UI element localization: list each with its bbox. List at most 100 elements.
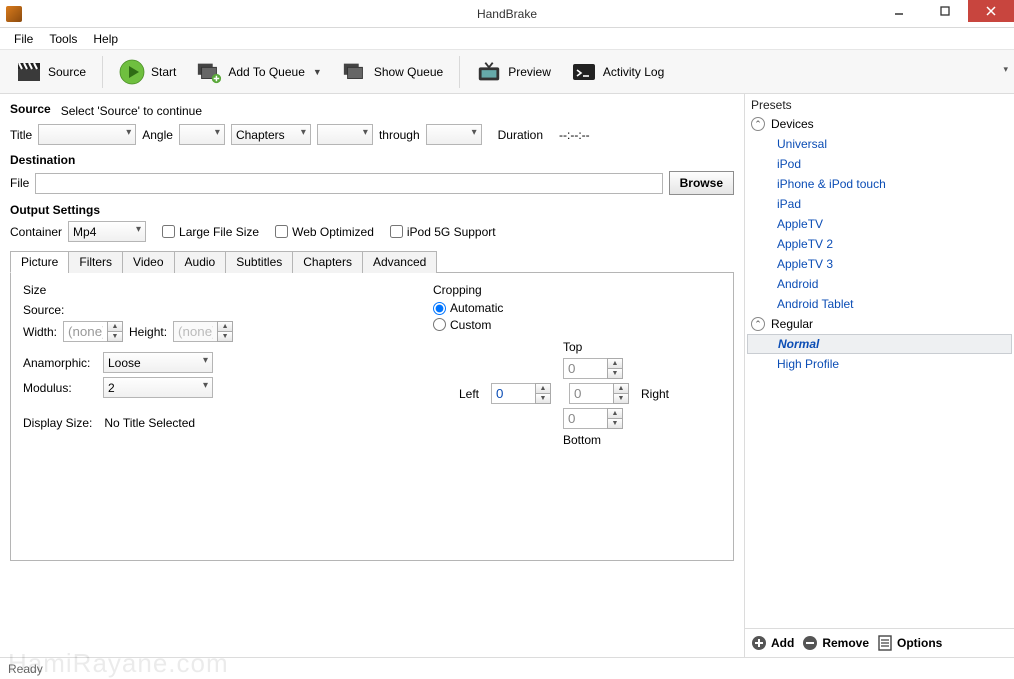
crop-bottom-input[interactable] (563, 408, 607, 429)
menu-help[interactable]: Help (85, 30, 126, 48)
preset-options-label: Options (897, 636, 942, 650)
preset-options-button[interactable]: Options (877, 635, 942, 651)
preset-appletv2[interactable]: AppleTV 2 (745, 234, 1014, 254)
browse-button[interactable]: Browse (669, 171, 734, 195)
width-label: Width: (23, 325, 57, 339)
width-spinner[interactable]: ▲▼ (63, 321, 123, 342)
preset-group-devices[interactable]: ⌃ Devices (745, 114, 1014, 134)
collapse-icon[interactable]: ⌃ (751, 317, 765, 331)
window-controls (876, 0, 1014, 22)
title-select[interactable] (38, 124, 136, 145)
preset-group-regular[interactable]: ⌃ Regular (745, 314, 1014, 334)
ipod-support-label: iPod 5G Support (407, 225, 496, 239)
down-arrow-icon[interactable]: ▼ (535, 393, 551, 404)
down-arrow-icon[interactable]: ▼ (607, 418, 623, 429)
range-type-select[interactable]: Chapters (231, 124, 311, 145)
crop-custom-radio[interactable]: Custom (433, 318, 491, 332)
preset-add-button[interactable]: Add (751, 635, 794, 651)
tab-advanced[interactable]: Advanced (362, 251, 437, 273)
separator (102, 56, 103, 88)
angle-select[interactable] (179, 124, 225, 145)
start-label: Start (151, 65, 176, 79)
anamorphic-select[interactable]: Loose (103, 352, 213, 373)
file-input[interactable] (35, 173, 662, 194)
start-button[interactable]: Start (111, 55, 184, 89)
tab-video[interactable]: Video (122, 251, 174, 273)
size-header: Size (23, 283, 393, 297)
down-arrow-icon[interactable]: ▼ (107, 331, 123, 342)
file-label: File (10, 176, 29, 190)
down-arrow-icon[interactable]: ▼ (217, 331, 233, 342)
crop-right-spinner[interactable]: ▲▼ (569, 383, 629, 404)
up-arrow-icon[interactable]: ▲ (535, 383, 551, 393)
activity-log-button[interactable]: Activity Log (563, 55, 672, 89)
minimize-button[interactable] (876, 0, 922, 22)
width-input[interactable] (63, 321, 107, 342)
crop-automatic-radio[interactable]: Automatic (433, 301, 503, 315)
picture-source-label: Source: (23, 303, 64, 317)
preset-iphone[interactable]: iPhone & iPod touch (745, 174, 1014, 194)
settings-tabs: Picture Filters Video Audio Subtitles Ch… (10, 250, 734, 273)
ipod-support-checkbox[interactable]: iPod 5G Support (390, 225, 496, 239)
up-arrow-icon[interactable]: ▲ (217, 321, 233, 331)
tv-icon (476, 59, 502, 85)
preview-button[interactable]: Preview (468, 55, 559, 89)
crop-bottom-spinner[interactable]: ▲▼ (563, 408, 623, 429)
chapter-end-select[interactable] (426, 124, 482, 145)
display-size-label: Display Size: (23, 416, 92, 430)
body: Source Select 'Source' to continue Title… (0, 94, 1014, 657)
preset-remove-button[interactable]: Remove (802, 635, 869, 651)
height-spinner[interactable]: ▲▼ (173, 321, 233, 342)
maximize-button[interactable] (922, 0, 968, 22)
preview-label: Preview (508, 65, 551, 79)
toolbar-overflow-icon[interactable]: ▾ (1003, 64, 1008, 75)
preset-normal[interactable]: Normal (747, 334, 1012, 354)
preset-appletv[interactable]: AppleTV (745, 214, 1014, 234)
preset-remove-label: Remove (822, 636, 869, 650)
source-button[interactable]: Source (8, 55, 94, 89)
up-arrow-icon[interactable]: ▲ (107, 321, 123, 331)
menu-file[interactable]: File (6, 30, 41, 48)
up-arrow-icon[interactable]: ▲ (613, 383, 629, 393)
preset-universal[interactable]: Universal (745, 134, 1014, 154)
crop-bottom-label: Bottom (563, 433, 601, 447)
document-icon (877, 635, 893, 651)
crop-left-input[interactable] (491, 383, 535, 404)
modulus-select[interactable]: 2 (103, 377, 213, 398)
up-arrow-icon[interactable]: ▲ (607, 408, 623, 418)
preset-appletv3[interactable]: AppleTV 3 (745, 254, 1014, 274)
tab-chapters[interactable]: Chapters (292, 251, 363, 273)
tab-filters[interactable]: Filters (68, 251, 123, 273)
preset-android-tab[interactable]: Android Tablet (745, 294, 1014, 314)
tab-audio[interactable]: Audio (174, 251, 227, 273)
preset-high-profile[interactable]: High Profile (745, 354, 1014, 374)
status-bar: Ready HamiRayane.com (0, 657, 1014, 679)
add-to-queue-button[interactable]: Add To Queue ▼ (188, 55, 329, 89)
crop-left-spinner[interactable]: ▲▼ (491, 383, 551, 404)
collapse-icon[interactable]: ⌃ (751, 117, 765, 131)
menu-tools[interactable]: Tools (41, 30, 85, 48)
crop-top-spinner[interactable]: ▲▼ (563, 358, 623, 379)
down-arrow-icon[interactable]: ▼ (613, 393, 629, 404)
tab-subtitles[interactable]: Subtitles (225, 251, 293, 273)
up-arrow-icon[interactable]: ▲ (607, 358, 623, 368)
large-file-checkbox[interactable]: Large File Size (162, 225, 259, 239)
crop-right-input[interactable] (569, 383, 613, 404)
down-arrow-icon[interactable]: ▼ (607, 368, 623, 379)
web-optimized-checkbox[interactable]: Web Optimized (275, 225, 374, 239)
preset-android[interactable]: Android (745, 274, 1014, 294)
container-select[interactable]: Mp4 (68, 221, 146, 242)
tab-picture[interactable]: Picture (10, 251, 69, 273)
cropping-group: Cropping Automatic Custom Top ▲▼ Left ▲▼… (433, 283, 687, 447)
preset-ipad[interactable]: iPad (745, 194, 1014, 214)
close-button[interactable] (968, 0, 1014, 22)
display-size-value: No Title Selected (104, 416, 195, 430)
container-label: Container (10, 225, 62, 239)
show-queue-button[interactable]: Show Queue (334, 55, 451, 89)
preset-ipod[interactable]: iPod (745, 154, 1014, 174)
anamorphic-label: Anamorphic: (23, 356, 97, 370)
crop-left-label: Left (459, 387, 479, 401)
chapter-start-select[interactable] (317, 124, 373, 145)
crop-top-input[interactable] (563, 358, 607, 379)
presets-header: Presets (745, 94, 1014, 114)
